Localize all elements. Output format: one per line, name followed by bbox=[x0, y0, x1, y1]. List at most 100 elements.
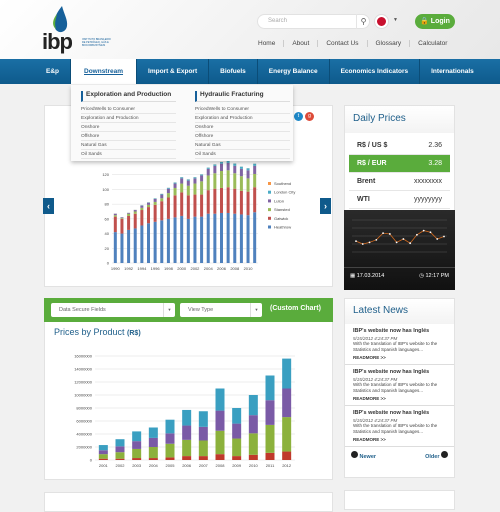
bar-segment bbox=[282, 417, 291, 451]
y-tick-label: 60 bbox=[105, 216, 110, 221]
clock-icon: ◷ bbox=[419, 273, 424, 279]
y-tick-label: 16000000 bbox=[74, 354, 93, 359]
nav-energy-balance[interactable]: Energy Balance bbox=[258, 59, 330, 84]
read-more-link[interactable]: READMORE >> bbox=[353, 355, 446, 360]
read-more-link[interactable]: READMORE >> bbox=[353, 396, 446, 401]
bar-segment bbox=[216, 411, 225, 431]
bar-segment bbox=[174, 188, 177, 195]
dropdown-item[interactable]: Natural Gas bbox=[195, 141, 290, 150]
bar-segment bbox=[199, 441, 208, 457]
partner-logo-card bbox=[344, 490, 455, 510]
bar-segment bbox=[240, 191, 243, 215]
dropdown-item[interactable]: Exploration and Production bbox=[195, 114, 290, 123]
bar-segment bbox=[134, 210, 137, 211]
top-nav-about[interactable]: About bbox=[284, 40, 318, 47]
bar-segment bbox=[147, 203, 150, 205]
bar-segment bbox=[149, 458, 158, 460]
bar-segment bbox=[227, 187, 230, 213]
bar-segment bbox=[220, 164, 223, 171]
dropdown-item[interactable]: Onshore bbox=[81, 123, 176, 132]
bar-segment bbox=[127, 230, 130, 263]
bar-segment bbox=[167, 193, 170, 197]
login-button[interactable]: 🔒 Login bbox=[415, 14, 455, 29]
bar-segment bbox=[249, 455, 258, 460]
dropdown-item[interactable]: Onshore bbox=[195, 123, 290, 132]
search-icon[interactable]: ⚲ bbox=[356, 14, 370, 29]
bar-segment bbox=[200, 217, 203, 263]
bar-segment bbox=[253, 212, 256, 263]
news-title[interactable]: IBP's website now has Inglés bbox=[353, 410, 446, 416]
data-fields-select[interactable]: Data Secure Fields▼ bbox=[51, 303, 175, 317]
twitter-icon[interactable]: t bbox=[294, 112, 303, 121]
dropdown-item[interactable]: Oil Sands bbox=[195, 150, 290, 159]
price-value: yyyyyyyy bbox=[414, 191, 442, 208]
bar-segment bbox=[114, 217, 117, 232]
dropdown-item[interactable]: Oil Sands bbox=[81, 150, 176, 159]
y-tick-label: 80 bbox=[105, 202, 110, 207]
y-tick-label: 4000000 bbox=[76, 432, 92, 437]
bar-segment bbox=[132, 449, 141, 458]
y-tick-label: 2000000 bbox=[76, 445, 92, 450]
bar-segment bbox=[213, 164, 216, 165]
nav-biofuels[interactable]: Biofuels bbox=[209, 59, 258, 84]
bar-segment bbox=[187, 195, 190, 219]
bar-segment bbox=[147, 205, 150, 207]
ibp-logo[interactable]: ibp INSTITUTO BRASILEIRO DE PETRÓLEO, GÁ… bbox=[42, 4, 112, 56]
read-more-link[interactable]: READMORE >> bbox=[353, 437, 446, 442]
dropdown-item[interactable]: PricedWells to Consumer bbox=[81, 105, 176, 114]
x-tick-label: 2011 bbox=[266, 463, 275, 468]
dropdown-item[interactable]: Offshore bbox=[81, 132, 176, 141]
x-tick-label: 2007 bbox=[199, 463, 209, 468]
top-nav: Home About Contact Us Glossary Calculato… bbox=[250, 40, 455, 47]
google-plus-icon[interactable]: g bbox=[305, 112, 314, 121]
news-title[interactable]: IBP's website now has Inglés bbox=[353, 328, 446, 334]
airport-passengers-chart: 0204060801001201990199219941996199820002… bbox=[95, 160, 325, 278]
dropdown-item[interactable]: PricedWells to Consumer bbox=[195, 105, 290, 114]
bar-segment bbox=[247, 192, 250, 216]
price-value: xxxxxxxx bbox=[414, 173, 442, 190]
language-caret-icon[interactable]: ▼ bbox=[393, 17, 398, 23]
nav-economics-indicators[interactable]: Economics Indicators bbox=[330, 59, 421, 84]
legend-swatch bbox=[268, 182, 271, 185]
news-title[interactable]: IBP's website now has Inglés bbox=[353, 369, 446, 375]
view-type-select[interactable]: View Type▼ bbox=[180, 303, 262, 317]
carousel-prev-button[interactable]: ‹ bbox=[43, 198, 54, 214]
bar-segment bbox=[249, 433, 258, 454]
top-nav-glossary[interactable]: Glossary bbox=[368, 40, 411, 47]
dropdown-item[interactable]: Natural Gas bbox=[81, 141, 176, 150]
x-tick-label: 2006 bbox=[182, 463, 192, 468]
dropdown-item[interactable]: Offshore bbox=[195, 132, 290, 141]
nav-import-export[interactable]: Import & Export bbox=[137, 59, 209, 84]
y-tick-label: 10000000 bbox=[74, 393, 93, 398]
price-point bbox=[382, 232, 384, 234]
uk-flag-icon[interactable] bbox=[375, 15, 388, 28]
bar-segment bbox=[174, 183, 177, 184]
nav-ep[interactable]: E&p bbox=[35, 59, 71, 84]
top-nav-contact[interactable]: Contact Us bbox=[318, 40, 367, 47]
bar-segment bbox=[247, 168, 250, 170]
bar-segment bbox=[266, 400, 275, 425]
price-row: R$ / EUR3.28 bbox=[349, 155, 450, 173]
chevron-down-icon: ▼ bbox=[163, 303, 175, 317]
nav-internationals[interactable]: Internationals bbox=[420, 59, 485, 84]
bar-segment bbox=[174, 217, 177, 263]
bar-segment bbox=[180, 216, 183, 263]
bar-segment bbox=[180, 178, 183, 183]
x-tick-label: 2005 bbox=[166, 463, 176, 468]
legend-swatch bbox=[268, 217, 271, 220]
top-nav-home[interactable]: Home bbox=[250, 40, 284, 47]
bar-segment bbox=[154, 202, 157, 205]
search-input[interactable]: Search bbox=[257, 14, 370, 29]
newer-button[interactable]: Newer bbox=[351, 451, 376, 460]
nav-downstream[interactable]: Downstream bbox=[71, 59, 137, 84]
bar-segment bbox=[200, 174, 203, 175]
price-point bbox=[369, 241, 371, 243]
older-button[interactable]: Older bbox=[425, 451, 448, 460]
y-tick-label: 20 bbox=[105, 246, 110, 251]
bar-segment bbox=[233, 164, 236, 166]
top-nav-calculator[interactable]: Calculator bbox=[410, 40, 455, 47]
bar-segment bbox=[116, 439, 125, 446]
custom-chart-toolbar: Data Secure Fields▼ View Type▼ (Custom C… bbox=[44, 298, 333, 322]
news-excerpt: With the translation of IBP's website to… bbox=[353, 423, 446, 435]
dropdown-item[interactable]: Exploration and Production bbox=[81, 114, 176, 123]
